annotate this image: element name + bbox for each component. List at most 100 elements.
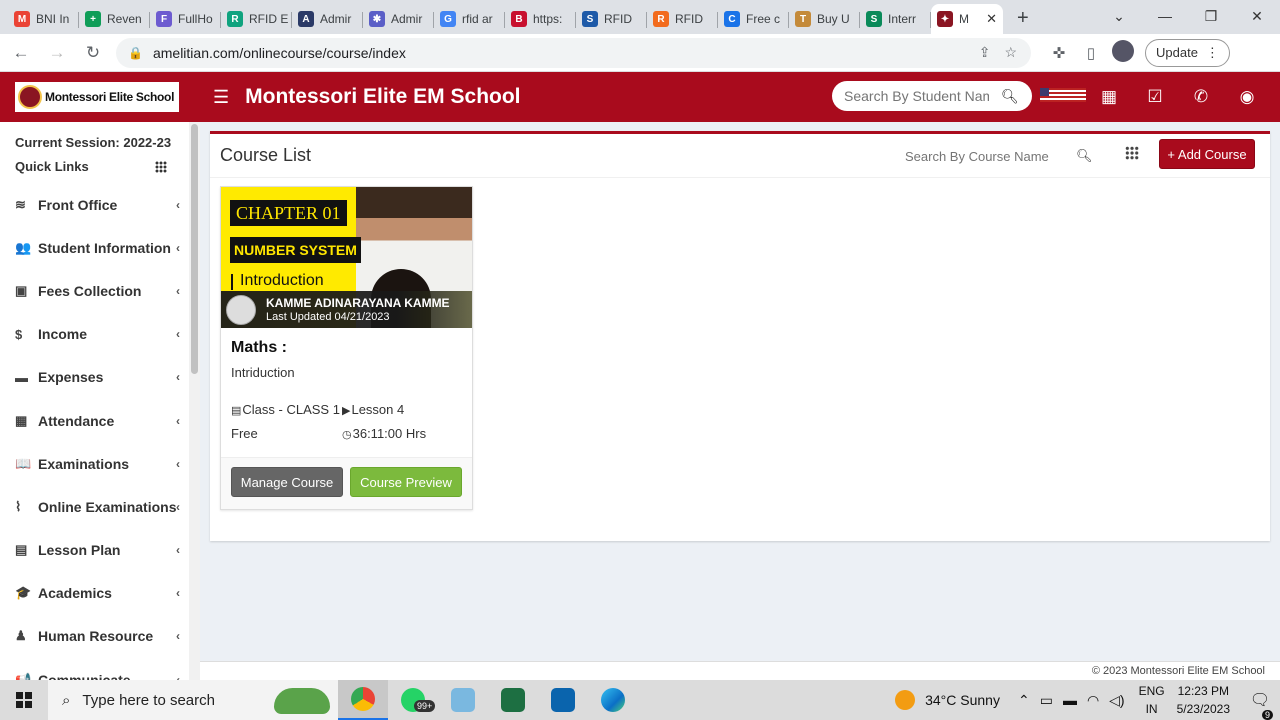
browser-tab[interactable]: ✱ Admir	[363, 4, 434, 34]
course-preview-button[interactable]: Course Preview	[350, 467, 462, 497]
edge-taskbar-button[interactable]	[588, 680, 638, 720]
sidebar-item-human-resource[interactable]: ♟ Human Resource ‹	[0, 615, 200, 658]
course-search-input[interactable]	[905, 148, 1050, 164]
battery-icon[interactable]: ▬	[1063, 692, 1077, 708]
whatsapp-icon[interactable]: ✆	[1178, 87, 1224, 107]
user-avatar-icon[interactable]: ◉	[1224, 87, 1270, 107]
tray-app-icon[interactable]: ▭	[1040, 692, 1053, 709]
sidebar-item-attendance[interactable]: ▦ Attendance ‹	[0, 399, 200, 442]
browser-tab[interactable]: T Buy U	[789, 4, 860, 34]
tab-favicon-icon: B	[511, 11, 527, 27]
language-flag-icon[interactable]	[1040, 87, 1086, 107]
profile-avatar[interactable]	[1107, 39, 1139, 66]
quick-links[interactable]: Quick Links	[15, 155, 185, 179]
instructor-bar: KAMME ADINARAYANA KAMME Last Updated 04/…	[221, 291, 472, 328]
url-field[interactable]: 🔒 amelitian.com/onlinecourse/course/inde…	[116, 37, 1031, 68]
hamburger-menu-icon[interactable]: ☰	[213, 87, 229, 108]
tab-favicon-icon: G	[440, 11, 456, 27]
window-controls: ⌄ — ❐ ✕	[1096, 0, 1280, 32]
weather-text[interactable]: 34°C Sunny	[925, 692, 1000, 708]
tasks-check-icon[interactable]: ☑	[1132, 87, 1178, 107]
wifi-icon[interactable]: ◠	[1087, 692, 1099, 709]
search-icon[interactable]: 🔍︎	[1001, 88, 1019, 105]
browser-tab[interactable]: + Reven	[79, 4, 150, 34]
forward-button[interactable]: →	[42, 43, 72, 63]
sidebar-item-icon: 👥	[15, 239, 32, 255]
outlook-taskbar-button[interactable]	[538, 680, 588, 720]
notepad-taskbar-button[interactable]	[438, 680, 488, 720]
sidebar-item-icon: 📖	[15, 455, 32, 471]
scrollbar-thumb[interactable]	[191, 124, 198, 374]
browser-tab[interactable]: Grfid ar	[434, 4, 505, 34]
sidebar-item-income[interactable]: $ Income ‹	[0, 313, 200, 356]
sidebar-item-online-examinations[interactable]: ⌇ Online Examinations ‹	[0, 485, 200, 528]
browser-tab[interactable]: S Interr	[860, 4, 931, 34]
sidebar-item-academics[interactable]: 🎓 Academics ‹	[0, 572, 200, 615]
update-button[interactable]: Update ⋮	[1145, 38, 1230, 67]
new-tab-button[interactable]: +	[1017, 7, 1029, 30]
excel-taskbar-button[interactable]	[488, 680, 538, 720]
language-indicator[interactable]: ENG IN	[1139, 682, 1165, 718]
chevron-left-icon: ‹	[176, 197, 180, 212]
reload-button[interactable]: ↻	[78, 43, 108, 63]
tab-close-icon[interactable]: ✕	[986, 11, 997, 27]
extensions-icon[interactable]: ✜	[1043, 44, 1075, 62]
course-lessons: ▶Lesson 4	[342, 402, 405, 417]
start-button[interactable]	[0, 680, 48, 720]
tab-favicon-icon: S	[582, 11, 598, 27]
sidebar-item-icon: ▤	[15, 542, 28, 558]
chevron-left-icon: ‹	[176, 629, 180, 644]
sidebar-scrollbar[interactable]	[189, 122, 200, 680]
clock[interactable]: 12:23 PM 5/23/2023	[1177, 682, 1230, 718]
search-icon[interactable]: 🔍︎	[1076, 148, 1093, 164]
manage-course-button[interactable]: Manage Course	[231, 467, 343, 497]
course-price: Free	[231, 426, 258, 441]
volume-icon[interactable]: ◁)	[1109, 692, 1124, 709]
browser-tab[interactable]: S RFID	[576, 4, 647, 34]
sidebar-item-student-information[interactable]: 👥 Student Information ‹	[0, 226, 200, 269]
thumb-topic: NUMBER SYSTEM	[230, 237, 361, 263]
add-course-button[interactable]: + Add Course	[1159, 139, 1255, 169]
sidebar-item-front-office[interactable]: ≋ Front Office ‹	[0, 183, 200, 226]
school-logo[interactable]: Montessori Elite School	[15, 82, 179, 112]
notification-center-button[interactable]: 🗨︎ 9	[1240, 690, 1280, 720]
back-button[interactable]: ←	[6, 43, 36, 63]
restore-button[interactable]: ❐	[1188, 0, 1234, 32]
sidebar-item-expenses[interactable]: ▬ Expenses ‹	[0, 356, 200, 399]
grid-view-icon[interactable]	[1125, 146, 1139, 163]
sidebar-item-fees-collection[interactable]: ▣ Fees Collection ‹	[0, 269, 200, 312]
taskbar-search[interactable]: ⌕ Type here to search	[48, 680, 338, 720]
excel-icon	[501, 688, 525, 712]
apps-grid-icon[interactable]	[155, 161, 167, 173]
sidebar-item-communicate[interactable]: 📢 Communicate ‹	[0, 658, 200, 680]
share-icon[interactable]: ⇪	[979, 44, 991, 61]
close-window-button[interactable]: ✕	[1234, 0, 1280, 32]
student-search-input[interactable]	[844, 88, 989, 104]
browser-tab[interactable]: F FullHo	[150, 4, 221, 34]
browser-tab[interactable]: C Free c	[718, 4, 789, 34]
minimize-button[interactable]: —	[1142, 0, 1188, 32]
browser-tab[interactable]: M BNI In	[8, 4, 79, 34]
browser-tab[interactable]: A Admir	[292, 4, 363, 34]
tab-search-chevron-icon[interactable]: ⌄	[1096, 0, 1142, 32]
browser-tab[interactable]: Bhttps:	[505, 4, 576, 34]
course-thumbnail[interactable]: CHAPTER 01 NUMBER SYSTEM Introduction KA…	[221, 187, 472, 328]
calendar-icon[interactable]: ▦	[1086, 87, 1132, 107]
browser-tab[interactable]: R RFID	[647, 4, 718, 34]
whatsapp-badge: 99+	[414, 700, 436, 712]
system-tray: 34°C Sunny ⌃ ▭ ▬ ◠ ◁) ENG IN 12:23 PM 5/…	[895, 680, 1280, 720]
chrome-taskbar-button[interactable]	[338, 680, 388, 720]
browser-tab-bar: M BNI In + Reven F FullHo R RFID E A Admir ✱ Admir G…	[0, 0, 1280, 34]
browser-tab[interactable]: R RFID E	[221, 4, 292, 34]
sidebar-item-lesson-plan[interactable]: ▤ Lesson Plan ‹	[0, 529, 200, 572]
tab-title: Reven	[107, 12, 142, 26]
bookmark-star-icon[interactable]: ☆	[1004, 44, 1017, 61]
search-icon: ⌕	[62, 691, 71, 709]
quick-links-label: Quick Links	[15, 159, 89, 174]
tab-active[interactable]: ✦ M ✕	[931, 4, 1003, 34]
student-search: 🔍︎	[832, 81, 1032, 111]
tray-chevron-icon[interactable]: ⌃	[1018, 692, 1030, 709]
side-panel-icon[interactable]: ▯	[1075, 44, 1107, 62]
whatsapp-taskbar-button[interactable]: 99+	[388, 680, 438, 720]
sidebar-item-examinations[interactable]: 📖 Examinations ‹	[0, 442, 200, 485]
